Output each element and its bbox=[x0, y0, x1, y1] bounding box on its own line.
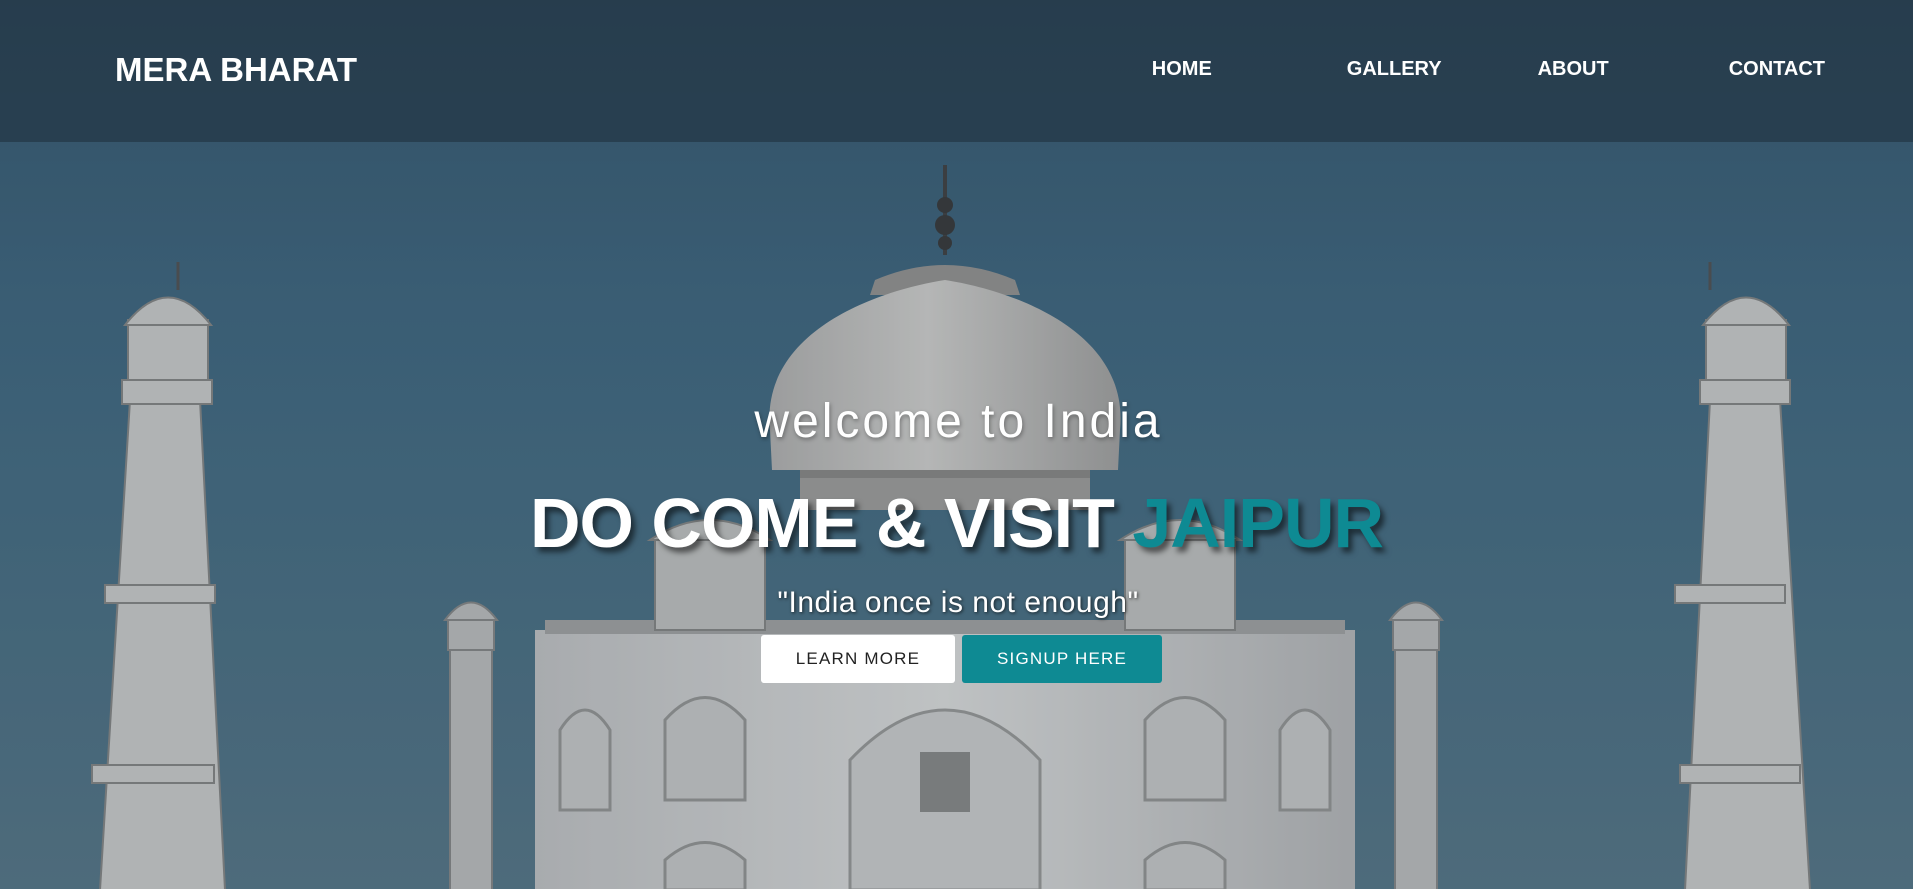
cta-button-row: LEARN MORE SIGNUP HERE bbox=[10, 635, 1913, 683]
nav-link-home[interactable]: HOME bbox=[1152, 58, 1212, 81]
top-navbar: MERA BHARAT HOME GALLERY ABOUT CONTACT bbox=[0, 0, 1913, 142]
learn-more-button[interactable]: LEARN MORE bbox=[761, 635, 955, 683]
hero-headline: DO COME & VISIT JAIPUR bbox=[0, 488, 1913, 558]
nav-link-gallery[interactable]: GALLERY bbox=[1347, 58, 1442, 81]
nav-link-about[interactable]: ABOUT bbox=[1538, 58, 1609, 81]
headline-accent-text: JAIPUR bbox=[1132, 484, 1384, 562]
welcome-heading: welcome to India bbox=[754, 395, 1163, 448]
hero-section: MERA BHARAT HOME GALLERY ABOUT CONTACT w… bbox=[0, 0, 1913, 889]
signup-button[interactable]: SIGNUP HERE bbox=[962, 635, 1162, 683]
nav-link-contact[interactable]: CONTACT bbox=[1729, 58, 1825, 81]
hero-content: welcome to India DO COME & VISIT JAIPUR … bbox=[0, 398, 1913, 683]
headline-main-text: DO COME & VISIT bbox=[529, 484, 1115, 562]
nav-links: HOME GALLERY ABOUT CONTACT bbox=[1152, 58, 1825, 81]
hero-quote: "India once is not enough" bbox=[777, 586, 1139, 619]
site-brand-logo[interactable]: MERA BHARAT bbox=[115, 51, 357, 89]
